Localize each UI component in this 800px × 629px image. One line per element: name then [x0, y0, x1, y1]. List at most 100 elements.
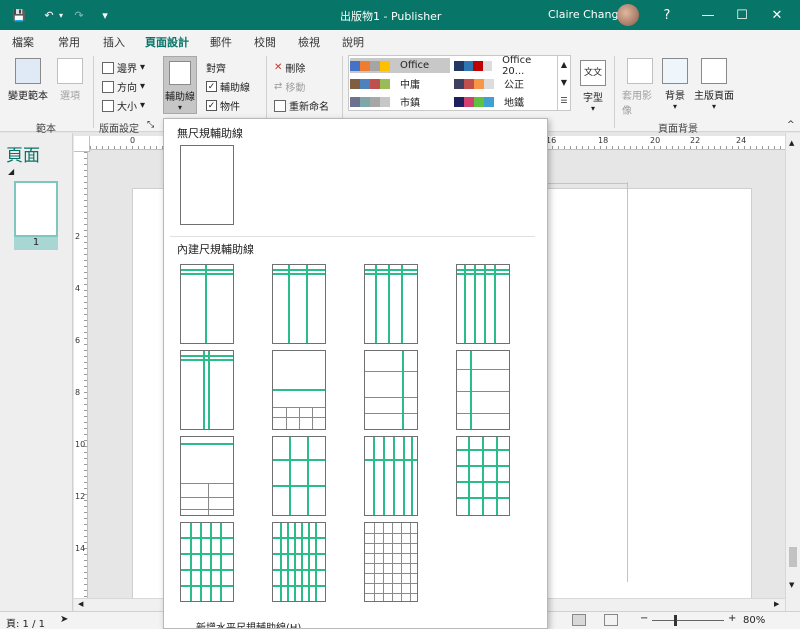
background-button[interactable]: 背景 ▾ — [662, 58, 688, 111]
orientation-icon — [102, 80, 114, 93]
tab-view[interactable]: 檢視 — [298, 34, 320, 50]
margins-label: 邊界 — [117, 64, 137, 75]
scroll-thumb[interactable] — [789, 547, 797, 567]
guide-preset[interactable] — [180, 350, 234, 430]
ribbon-separator — [614, 56, 615, 128]
guide-preset[interactable] — [364, 350, 418, 430]
align-guides-checkbox[interactable]: ✓ 輔助線 — [206, 79, 250, 94]
fonts-button[interactable]: 文文 字型 ▾ — [580, 60, 606, 113]
guide-preset[interactable] — [364, 264, 418, 344]
scheme-item[interactable]: 市鎮 — [350, 94, 450, 109]
title-bar: 💾 ↶ ▾ ↷ ▾ 出版物1 - Publisher Claire Chang … — [0, 0, 800, 30]
scheme-item[interactable]: 中庸 — [350, 76, 450, 91]
margins-icon — [102, 61, 114, 74]
avatar[interactable] — [617, 4, 639, 26]
scroll-left-icon[interactable]: ◀ — [78, 600, 83, 608]
vertical-scrollbar[interactable]: ▲ ▼ — [785, 133, 800, 611]
ruler-corner[interactable] — [74, 136, 90, 152]
scheme-name: 地鐵 — [504, 98, 524, 109]
delete-icon: ✕ — [274, 62, 283, 73]
pane-title: 頁面 — [6, 146, 40, 166]
user-name[interactable]: Claire Chang — [548, 8, 618, 21]
align-objects-checkbox[interactable]: ✓ 物件 — [206, 98, 240, 113]
guide-preset[interactable] — [272, 436, 326, 516]
guide-preset[interactable] — [180, 436, 234, 516]
minimize-button[interactable]: — — [697, 4, 719, 26]
page-indicator[interactable]: 頁: 1 / 1 — [6, 615, 45, 629]
zoom-level[interactable]: 80% — [743, 615, 765, 626]
master-page-button[interactable]: 主版頁面 ▾ — [694, 58, 734, 111]
collapse-arrow-icon[interactable]: ◢ — [8, 167, 14, 176]
size-button[interactable]: 大小 ▾ — [102, 98, 145, 113]
ruler-number: 24 — [736, 136, 747, 145]
scheme-item[interactable]: 地鐵 — [454, 94, 554, 109]
ruler-number: 18 — [598, 136, 609, 145]
orientation-label: 方向 — [117, 83, 137, 94]
maximize-button[interactable]: ☐ — [731, 4, 753, 26]
options-label: 選項 — [60, 91, 80, 102]
page-thumbnail[interactable] — [14, 181, 58, 237]
guide-preset[interactable] — [272, 522, 326, 602]
background-label: 背景 — [665, 91, 685, 102]
guide-preset[interactable] — [180, 522, 234, 602]
zoom-out-button[interactable]: − — [640, 613, 648, 624]
margins-button[interactable]: 邊界 ▾ — [102, 60, 145, 75]
scheme-item[interactable]: Office 20... — [454, 55, 554, 77]
guide-preset[interactable] — [456, 264, 510, 344]
change-template-button[interactable]: 變更範本 — [8, 58, 48, 102]
tab-insert[interactable]: 插入 — [103, 34, 125, 50]
guide-preset-none[interactable] — [180, 145, 234, 225]
save-icon[interactable]: 💾 — [10, 6, 28, 24]
ruler-number: 10 — [75, 440, 86, 449]
close-button[interactable]: ✕ — [766, 4, 788, 26]
move-page-button[interactable]: ⇄ 移動 — [274, 79, 305, 94]
size-label: 大小 — [117, 102, 137, 113]
redo-icon[interactable]: ↷ — [70, 6, 88, 24]
tab-home[interactable]: 常用 — [58, 34, 80, 50]
collapse-ribbon-icon[interactable]: ^ — [787, 120, 795, 130]
guide-preset[interactable] — [456, 436, 510, 516]
zoom-in-button[interactable]: + — [728, 613, 736, 624]
ruler-number: 6 — [75, 336, 81, 345]
tab-file[interactable]: 檔案 — [12, 34, 34, 50]
tab-page-design[interactable]: 頁面設計 — [142, 34, 192, 54]
ribbon-tabs: 檔案 常用 插入 頁面設計 郵件 校閱 檢視 說明 — [0, 30, 800, 54]
guides-button[interactable]: 輔助線 ▾ — [163, 56, 197, 114]
customize-quick-access-icon[interactable]: ▾ — [98, 6, 112, 24]
scroll-up-icon[interactable]: ▲ — [789, 139, 794, 147]
scheme-item[interactable]: 公正 — [454, 76, 554, 91]
ruler-number: 2 — [75, 232, 81, 241]
tab-review[interactable]: 校閱 — [254, 34, 276, 50]
page-setup-launcher-icon[interactable]: ⤡ — [147, 120, 154, 130]
guide-preset[interactable] — [180, 264, 234, 344]
apply-image-button[interactable]: 套用影像 — [622, 58, 658, 117]
options-button[interactable]: 選項 — [57, 58, 83, 102]
orientation-button[interactable]: 方向 ▾ — [102, 79, 145, 94]
guide-preset[interactable] — [272, 264, 326, 344]
zoom-slider[interactable] — [652, 620, 724, 621]
tab-help[interactable]: 說明 — [342, 34, 364, 50]
single-page-view-icon[interactable] — [572, 614, 586, 626]
rename-label: 重新命名 — [289, 102, 329, 113]
tab-mailings[interactable]: 郵件 — [210, 34, 232, 50]
scheme-item[interactable]: Office — [350, 58, 450, 73]
help-button[interactable]: ? — [656, 4, 678, 26]
scheme-gallery-scroll[interactable]: ▲ ▼ ☰ — [557, 55, 571, 111]
undo-dropdown-icon[interactable]: ▾ — [56, 6, 66, 24]
two-page-view-icon[interactable] — [604, 614, 618, 626]
rename-page-button[interactable]: 重新命名 — [274, 98, 329, 113]
guide-preset[interactable] — [364, 522, 418, 602]
vertical-ruler[interactable]: 2 4 6 8 10 12 14 — [74, 152, 88, 598]
ruler-number: 8 — [75, 388, 81, 397]
fonts-label: 字型 — [583, 93, 603, 104]
guide-preset[interactable] — [364, 436, 418, 516]
gallery-divider — [170, 236, 535, 237]
scroll-down-icon[interactable]: ▼ — [789, 581, 794, 589]
delete-page-button[interactable]: ✕ 刪除 — [274, 60, 305, 75]
guide-preset[interactable] — [272, 350, 326, 430]
zoom-slider-thumb[interactable] — [674, 615, 677, 626]
add-horizontal-guide-item[interactable]: 新增水平尺規輔助線(H) — [196, 619, 301, 628]
color-scheme-gallery: Office Office 20... 中庸 公正 市鎮 地鐵 — [348, 55, 558, 111]
guide-preset[interactable] — [456, 350, 510, 430]
scroll-right-icon[interactable]: ▶ — [774, 600, 779, 608]
